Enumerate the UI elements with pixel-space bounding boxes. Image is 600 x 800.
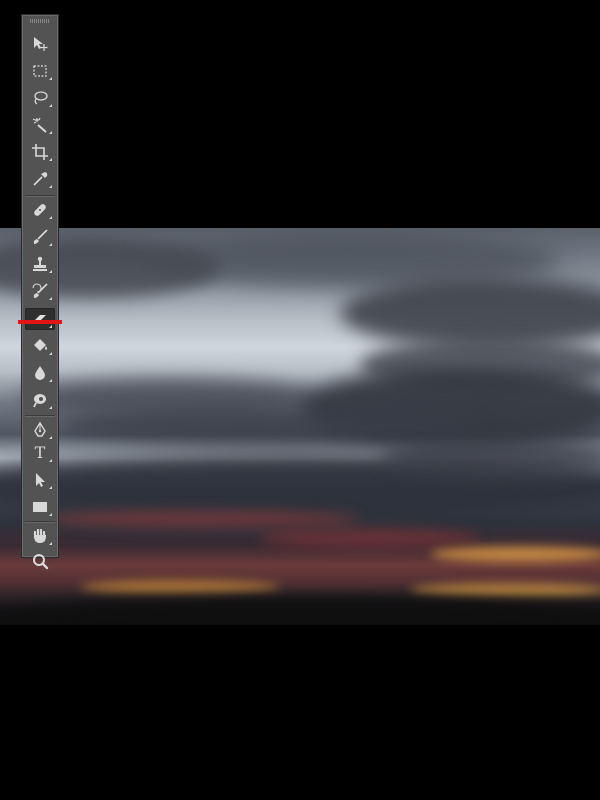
rectangle-icon (33, 502, 47, 512)
pen-icon (34, 421, 46, 437)
eraser-tool[interactable] (25, 308, 55, 330)
lasso-icon (34, 91, 48, 105)
paint-bucket-tool[interactable] (25, 335, 55, 357)
hand-tool[interactable] (25, 525, 55, 547)
path-selection-tool[interactable] (25, 469, 55, 491)
panel-grip[interactable] (30, 19, 50, 23)
bandage-icon (34, 204, 46, 216)
clone-stamp-tool[interactable] (25, 253, 55, 275)
brush-tool[interactable] (25, 226, 55, 248)
document-canvas[interactable] (0, 0, 600, 800)
marquee-icon (33, 65, 47, 77)
magnifier-icon (33, 554, 49, 570)
paint-bucket-icon (34, 339, 47, 351)
type-icon: T (34, 443, 46, 462)
eraser-highlight-marker (18, 320, 62, 324)
magic-wand-icon (32, 117, 47, 133)
move-icon (34, 37, 48, 51)
eyedropper-icon (33, 172, 48, 186)
drop-icon (35, 366, 45, 380)
zoom-tool[interactable] (25, 550, 55, 572)
sky-photo (0, 228, 600, 625)
brush-icon (33, 229, 48, 244)
lasso-tool[interactable] (25, 87, 55, 109)
pen-tool[interactable] (25, 419, 55, 441)
crop-tool[interactable] (25, 141, 55, 163)
tools-panel: T (21, 14, 59, 570)
eraser-icon (33, 315, 46, 324)
move-tool[interactable] (25, 33, 55, 55)
arrow-icon (36, 473, 45, 487)
history-brush-icon (32, 283, 48, 298)
blur-tool[interactable] (25, 362, 55, 384)
dodge-tool[interactable] (25, 389, 55, 411)
stamp-icon (33, 256, 47, 271)
marquee-tool[interactable] (25, 60, 55, 82)
eyedropper-tool[interactable] (25, 168, 55, 190)
crop-icon (32, 144, 48, 160)
history-brush-tool[interactable] (25, 280, 55, 302)
dodge-icon (33, 394, 46, 408)
magic-wand-tool[interactable] (25, 114, 55, 136)
healing-brush-tool[interactable] (25, 199, 55, 221)
type-tool[interactable]: T (25, 442, 55, 464)
rectangle-tool[interactable] (25, 496, 55, 518)
hand-icon (33, 528, 46, 543)
